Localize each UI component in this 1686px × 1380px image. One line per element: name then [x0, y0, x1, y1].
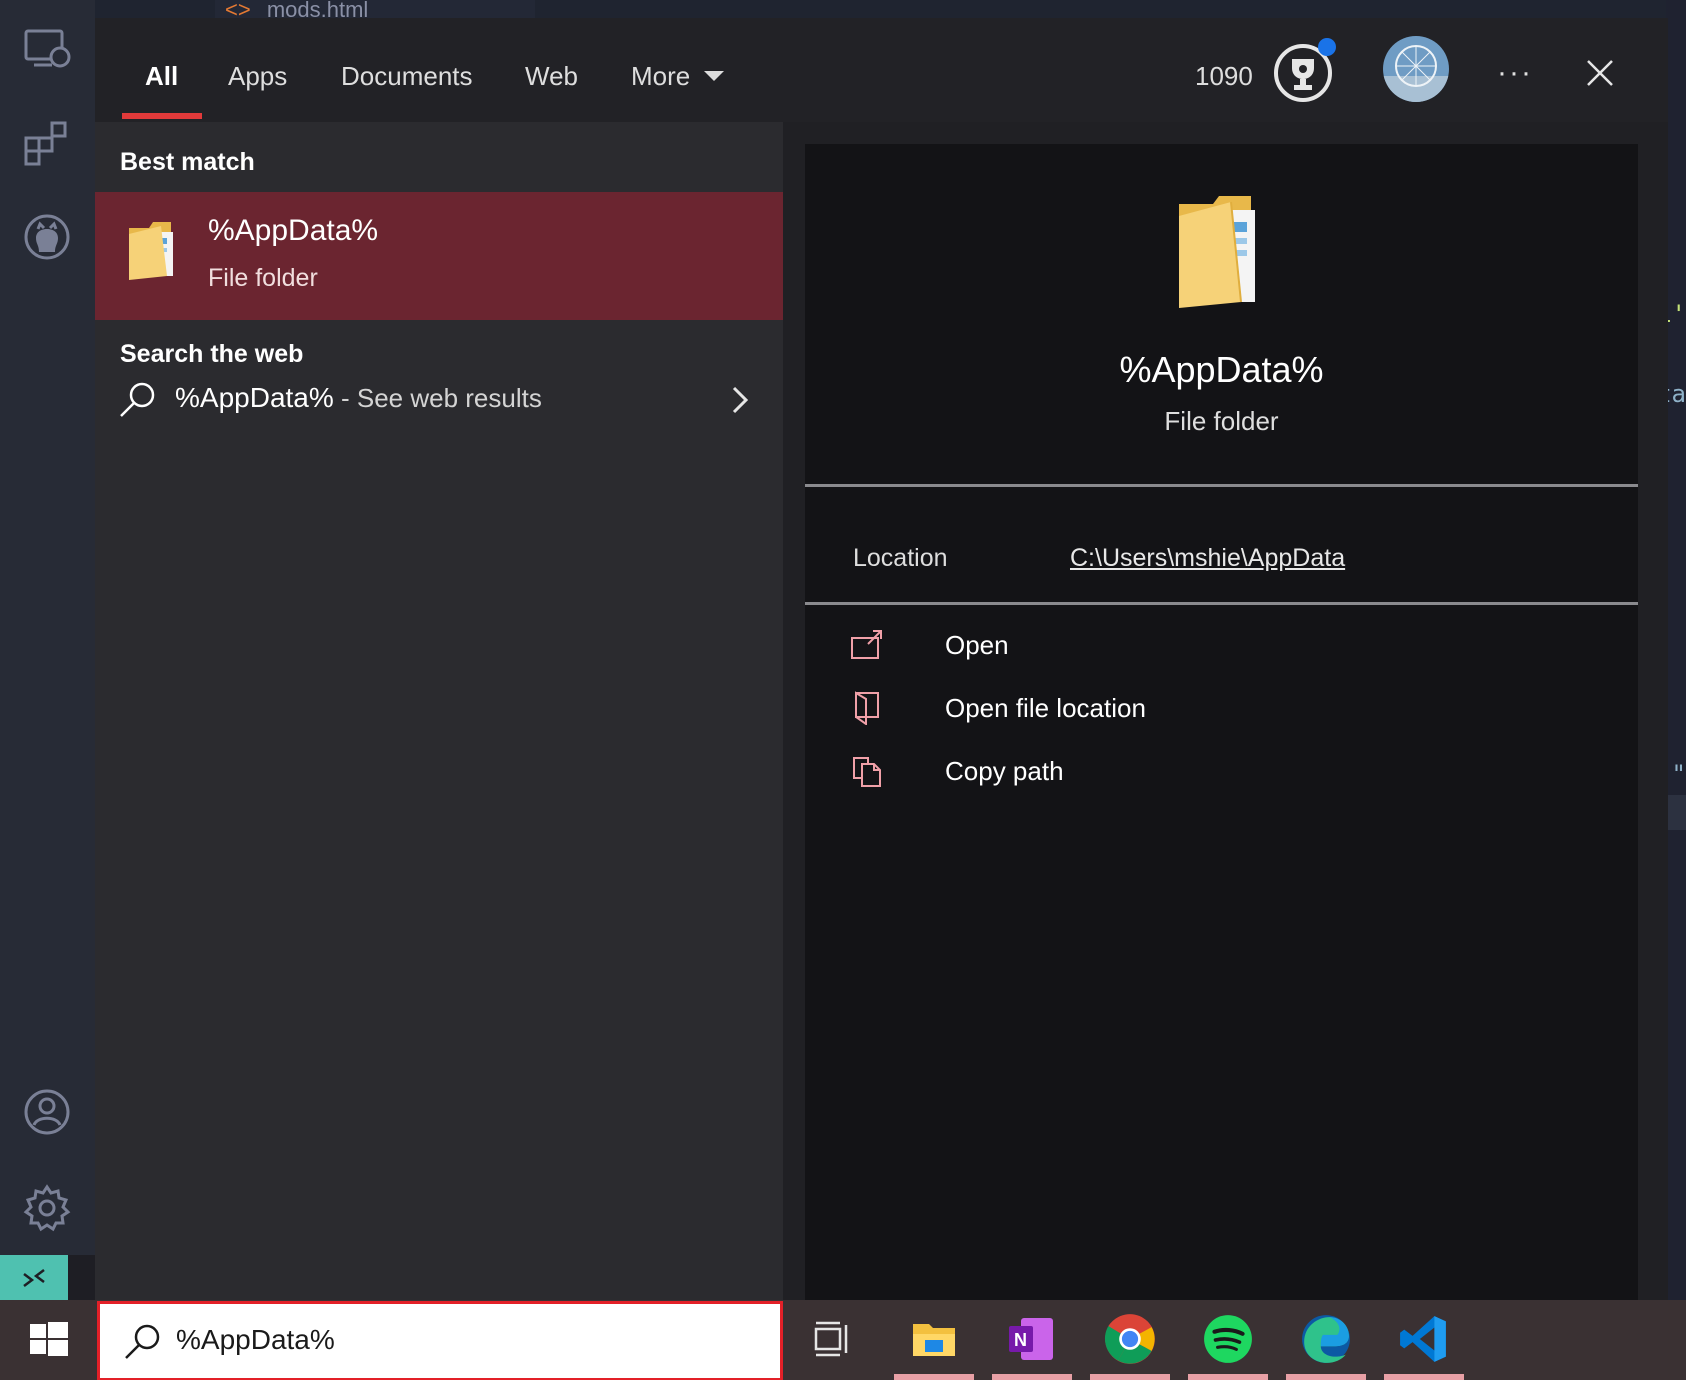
svg-text:N: N — [1014, 1330, 1027, 1350]
results-pane: Best match %AppData% File folder Search … — [95, 122, 783, 1300]
location-label: Location — [853, 544, 948, 572]
folder-location-icon — [850, 691, 884, 726]
tab-documents[interactable]: Documents — [341, 54, 473, 98]
running-app-indicator — [894, 1374, 974, 1380]
chevron-right-icon[interactable] — [725, 380, 755, 420]
running-app-indicator — [1286, 1374, 1366, 1380]
running-app-indicator — [1188, 1374, 1268, 1380]
extensions-icon[interactable] — [22, 118, 72, 168]
chevron-down-icon — [704, 71, 725, 81]
running-app-indicator — [1384, 1374, 1464, 1380]
divider — [805, 602, 1638, 605]
preview-title: %AppData% — [1119, 349, 1324, 390]
divider — [805, 484, 1638, 487]
web-result-suffix: - See web results — [333, 383, 542, 413]
location-link[interactable]: C:\Users\mshie\AppData — [1070, 544, 1345, 573]
best-match-header: Best match — [120, 148, 255, 176]
copy-icon — [850, 754, 884, 788]
folder-icon — [127, 214, 187, 284]
editor-right-edge: 1' ta " — [1657, 0, 1686, 1300]
active-tab-indicator — [122, 113, 202, 119]
task-view-icon[interactable] — [803, 1310, 861, 1368]
taskbar-search-box[interactable] — [97, 1301, 783, 1380]
activity-bar — [0, 0, 95, 1255]
editor-tab[interactable]: <> mods.html — [215, 0, 535, 20]
file-explorer-icon[interactable] — [905, 1310, 963, 1368]
remote-explorer-icon[interactable] — [22, 25, 72, 75]
close-button[interactable] — [1575, 48, 1625, 98]
github-icon[interactable] — [22, 212, 72, 262]
tab-more[interactable]: More — [631, 54, 725, 98]
open-icon — [850, 628, 884, 662]
tab-more-label: More — [631, 60, 691, 91]
action-copy-path-label: Copy path — [945, 756, 1064, 786]
search-input[interactable] — [176, 1324, 736, 1356]
search-top-bar: All Apps Documents Web More 1090 ··· — [95, 18, 1668, 122]
onenote-icon[interactable]: N — [1003, 1310, 1061, 1368]
tab-all[interactable]: All — [145, 54, 178, 98]
search-icon — [122, 1322, 162, 1362]
action-open[interactable]: Open — [850, 624, 1550, 670]
action-open-label: Open — [945, 630, 1009, 660]
best-match-title: %AppData% — [208, 214, 379, 247]
windows-start-icon[interactable] — [22, 1314, 74, 1366]
web-result-text: %AppData% - See web results — [175, 382, 542, 414]
user-avatar[interactable] — [1383, 36, 1449, 102]
preview-card: %AppData% File folder Location C:\Users\… — [805, 144, 1638, 1300]
spotify-icon[interactable] — [1199, 1310, 1257, 1368]
rewards-points: 1090 — [1195, 60, 1253, 91]
chrome-icon[interactable] — [1101, 1310, 1159, 1368]
preview-pane: %AppData% File folder Location C:\Users\… — [783, 122, 1668, 1300]
remote-indicator-button[interactable] — [0, 1255, 68, 1300]
search-icon — [117, 380, 157, 420]
rewards-trophy-icon[interactable] — [1270, 36, 1340, 106]
web-result-query: %AppData% — [175, 382, 334, 413]
settings-gear-icon[interactable] — [22, 1183, 72, 1233]
code-fragment: " — [1671, 760, 1686, 788]
large-folder-icon — [1175, 194, 1275, 314]
account-icon[interactable] — [22, 1087, 72, 1137]
action-open-file-location-label: Open file location — [945, 693, 1146, 723]
close-icon — [1587, 60, 1613, 86]
web-result-item[interactable]: %AppData% - See web results — [95, 362, 783, 432]
best-match-subtitle: File folder — [208, 264, 318, 292]
editor-tab-strip: <> mods.html — [95, 0, 1686, 20]
running-app-indicator — [992, 1374, 1072, 1380]
editor-tab-label: mods.html — [266, 0, 369, 20]
action-open-file-location[interactable]: Open file location — [850, 687, 1550, 733]
preview-subtitle: File folder — [1164, 406, 1279, 436]
html-file-icon: <> — [225, 0, 251, 20]
tab-web[interactable]: Web — [525, 54, 578, 98]
running-app-indicator — [1090, 1374, 1170, 1380]
windows-search-panel: All Apps Documents Web More 1090 ··· Bes… — [95, 18, 1668, 1300]
more-options-button[interactable]: ··· — [1490, 48, 1540, 98]
best-match-item[interactable]: %AppData% File folder — [95, 192, 783, 320]
scroll-marker — [1666, 795, 1686, 830]
action-copy-path[interactable]: Copy path — [850, 750, 1550, 796]
tab-apps[interactable]: Apps — [228, 54, 287, 98]
edge-icon[interactable] — [1297, 1310, 1355, 1368]
vscode-icon[interactable] — [1395, 1310, 1453, 1368]
